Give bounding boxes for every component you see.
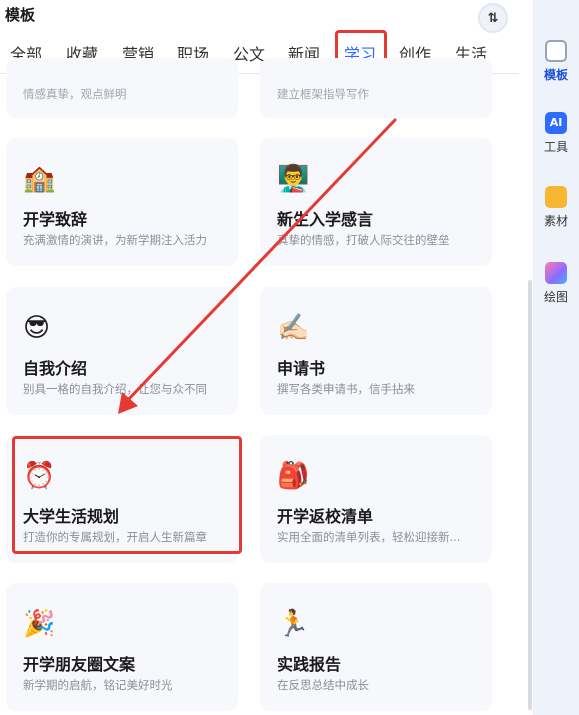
card-title: 实践报告 bbox=[277, 655, 342, 674]
sort-toggle-button[interactable]: ⇅ bbox=[478, 3, 508, 33]
card-description: 别具一格的自我介绍，让您与众不同 bbox=[23, 382, 207, 396]
card-title: 新生入学感言 bbox=[277, 210, 374, 229]
card-description: 在反思总结中成长 bbox=[277, 678, 369, 692]
card-title: 开学朋友圈文案 bbox=[23, 655, 136, 674]
writing-hand-icon: ✍🏻 bbox=[277, 313, 310, 343]
template-card-self-intro[interactable]: 😎 自我介绍 别具一格的自我介绍，让您与众不同 bbox=[6, 287, 238, 415]
card-title: 开学返校清单 bbox=[277, 507, 374, 526]
template-card-moments-post[interactable]: 🎉 开学朋友圈文案 新学期的启航，铭记美好时光 bbox=[6, 583, 238, 711]
card-title: 自我介绍 bbox=[23, 359, 88, 378]
ai-tools-icon: AI bbox=[545, 112, 567, 134]
sidebar-item-label: 模板 bbox=[543, 68, 568, 82]
sidebar-item-drawing[interactable]: 绘图 bbox=[533, 262, 579, 305]
template-card[interactable]: 情感真挚，观点鲜明 bbox=[6, 58, 238, 118]
school-icon: 🏫 bbox=[23, 164, 56, 194]
card-description: 建立框架指导写作 bbox=[277, 87, 369, 101]
card-description: 实用全面的清单列表，轻松迎接新... bbox=[277, 530, 461, 544]
right-sidebar: 模板 AI 工具 素材 绘图 bbox=[533, 0, 579, 715]
template-card-application[interactable]: ✍🏻 申请书 撰写各类申请书，信手拈来 bbox=[260, 287, 492, 415]
sunglasses-face-icon: 😎 bbox=[23, 313, 51, 343]
backpack-icon: 🎒 bbox=[277, 461, 310, 491]
party-popper-icon: 🎉 bbox=[23, 609, 56, 639]
sidebar-item-label: 素材 bbox=[543, 214, 568, 228]
sidebar-item-tools[interactable]: AI 工具 bbox=[533, 112, 579, 155]
template-panel: 模板 ⇅ 全部 收藏 营销 职场 公文 新闻 学习 创作 生活 情感真挚，观点鲜… bbox=[0, 0, 520, 715]
template-card[interactable]: 建立框架指导写作 bbox=[260, 58, 492, 118]
card-title: 开学致辞 bbox=[23, 210, 88, 229]
card-description: 撰写各类申请书，信手拈来 bbox=[277, 382, 415, 396]
template-icon bbox=[545, 40, 567, 62]
card-description: 新学期的启航，铭记美好时光 bbox=[23, 678, 173, 692]
template-card-opening-speech[interactable]: 🏫 开学致辞 充满激情的演讲，为新学期注入活力 bbox=[6, 138, 238, 266]
card-description: 充满激情的演讲，为新学期注入活力 bbox=[23, 233, 207, 247]
card-description: 真挚的情感，打破人际交往的壁垒 bbox=[277, 233, 450, 247]
template-card-freshman-reflection[interactable]: 👨‍🏫 新生入学感言 真挚的情感，打破人际交往的壁垒 bbox=[260, 138, 492, 266]
sidebar-item-templates[interactable]: 模板 bbox=[533, 40, 579, 83]
template-card-practice-report[interactable]: 🏃 实践报告 在反思总结中成长 bbox=[260, 583, 492, 711]
panel-title: 模板 bbox=[5, 6, 36, 24]
sidebar-item-label: 工具 bbox=[543, 140, 568, 154]
paint-icon bbox=[545, 262, 567, 284]
sort-icon: ⇅ bbox=[487, 10, 499, 26]
card-title: 申请书 bbox=[277, 359, 326, 378]
sidebar-item-label: 绘图 bbox=[543, 290, 568, 304]
sidebar-item-materials[interactable]: 素材 bbox=[533, 186, 579, 229]
folder-icon bbox=[545, 186, 567, 208]
runner-icon: 🏃 bbox=[277, 609, 310, 639]
card-highlight-box bbox=[12, 436, 242, 554]
card-description: 情感真挚，观点鲜明 bbox=[23, 87, 127, 101]
template-card-back-to-school-list[interactable]: 🎒 开学返校清单 实用全面的清单列表，轻松迎接新... bbox=[260, 435, 492, 563]
scrollbar[interactable] bbox=[528, 280, 532, 710]
teacher-icon: 👨‍🏫 bbox=[277, 164, 310, 194]
tab-official-docs[interactable]: 公文 bbox=[233, 41, 265, 65]
